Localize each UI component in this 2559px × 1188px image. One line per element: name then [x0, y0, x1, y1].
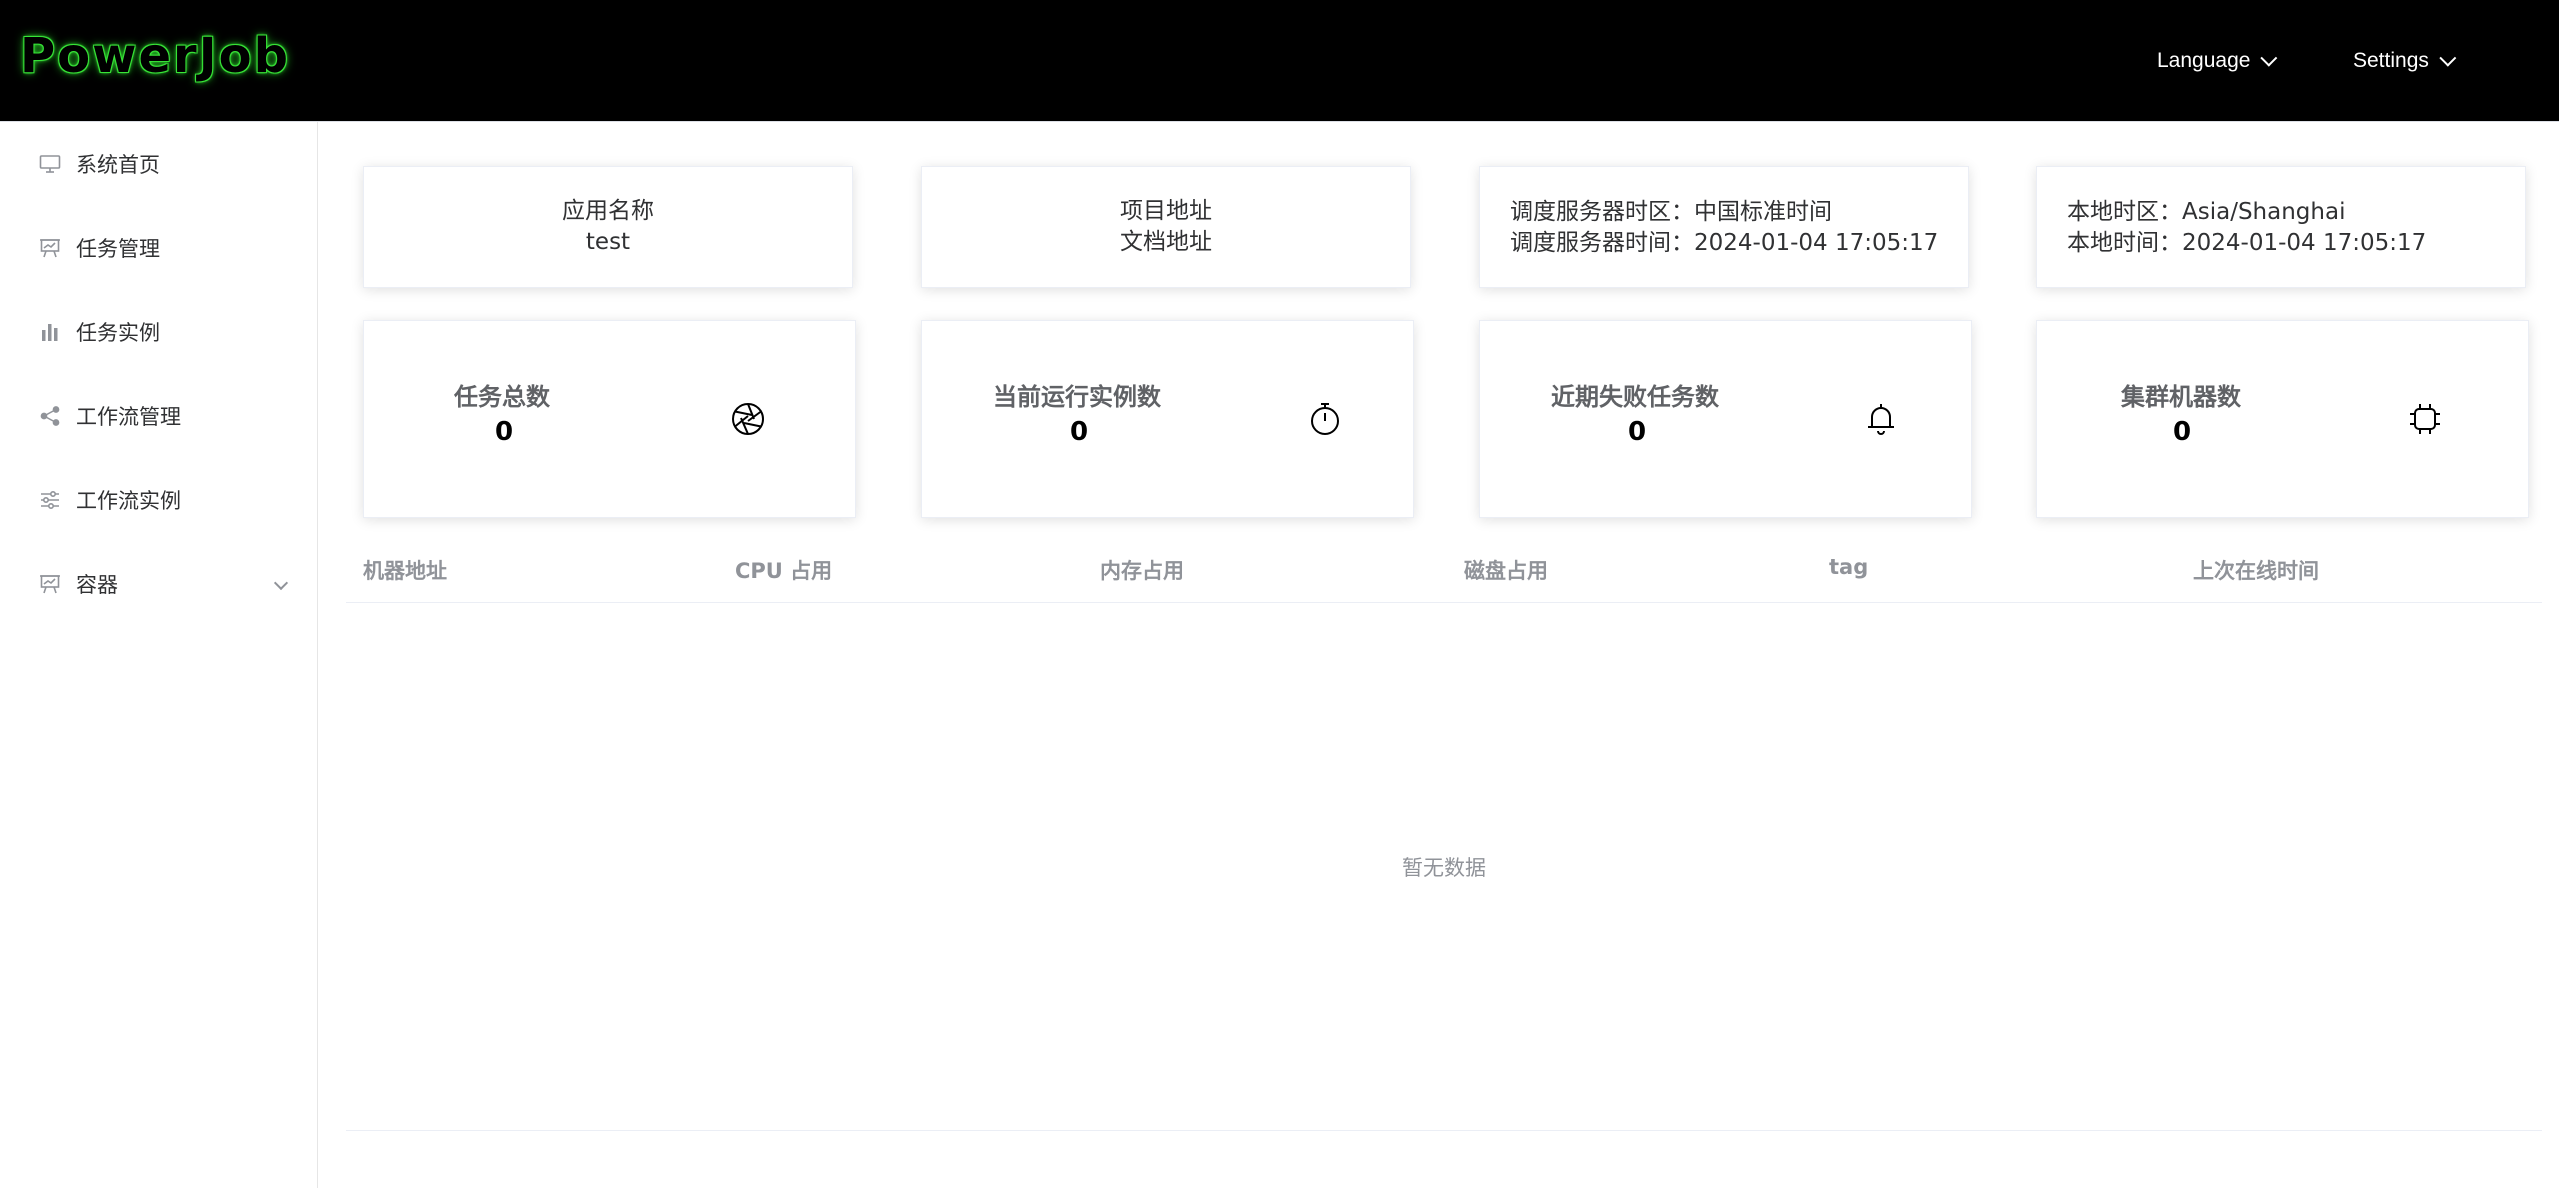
app-name-value: test: [585, 229, 631, 255]
top-navbar: PowerJob Language Settings: [0, 0, 2559, 122]
presentation-board-icon: [38, 572, 62, 596]
bar-chart-icon: [38, 320, 62, 344]
cpu-chip-icon: [2410, 404, 2440, 434]
empty-text: 暂无数据: [1402, 855, 1486, 880]
sidebar-item-home[interactable]: 系统首页: [0, 122, 318, 206]
settings-menu[interactable]: Settings: [2353, 0, 2457, 122]
local-time-card: 本地时区：Asia/Shanghai 本地时间：2024-01-04 17:05…: [2036, 166, 2526, 288]
project-link[interactable]: 项目地址: [1120, 196, 1212, 227]
app-name-label: 应用名称: [562, 198, 654, 224]
bell-icon: [1868, 404, 1894, 435]
sidebar-item-workflow-manage[interactable]: 工作流管理: [0, 374, 318, 458]
aperture-icon: [732, 403, 764, 435]
stat-value: 0: [1070, 417, 1089, 447]
language-menu[interactable]: Language: [2157, 0, 2278, 122]
sidebar-item-job-manage[interactable]: 任务管理: [0, 206, 318, 290]
sidebar-item-label: 容器: [76, 573, 118, 597]
stat-value: 0: [1628, 417, 1647, 447]
sidebar-item-label: 工作流管理: [76, 405, 181, 429]
stat-label: 近期失败任务数: [1551, 383, 1719, 411]
sidebar-item-workflow-instances[interactable]: 工作流实例: [0, 458, 318, 542]
local-timezone-text: 本地时区：Asia/Shanghai: [2067, 199, 2346, 225]
sidebar-item-label: 工作流实例: [76, 489, 181, 513]
server-time-text: 调度服务器时间：2024-01-04 17:05:17: [1510, 230, 1939, 256]
local-time-text: 本地时间：2024-01-04 17:05:17: [2067, 230, 2427, 256]
language-menu-label: Language: [2157, 49, 2251, 72]
column-header-disk[interactable]: 磁盘占用: [1464, 555, 1548, 585]
chevron-down-icon[interactable]: [273, 575, 289, 591]
column-header-last-online[interactable]: 上次在线时间: [2193, 555, 2319, 585]
stat-card-running-instances: 当前运行实例数 0: [921, 320, 1414, 518]
column-header-memory[interactable]: 内存占用: [1100, 555, 1184, 585]
sidebar-item-label: 系统首页: [76, 153, 160, 177]
sidebar-item-container[interactable]: 容器: [0, 542, 318, 626]
chevron-down-icon: [2260, 49, 2278, 67]
sidebar: 系统首页 任务管理 任务实例 工作流管理 工作流实例 容器: [0, 122, 318, 1188]
stopwatch-icon: [1311, 403, 1339, 435]
app-name-card: 应用名称 test: [363, 166, 853, 288]
stat-card-cluster-machines: 集群机器数 0: [2036, 320, 2529, 518]
presentation-board-icon: [38, 236, 62, 260]
server-timezone-text: 调度服务器时区：中国标准时间: [1510, 199, 1832, 225]
sidebar-item-label: 任务实例: [76, 321, 160, 345]
share-icon: [38, 404, 62, 428]
settings-menu-label: Settings: [2353, 49, 2429, 72]
stat-label: 当前运行实例数: [993, 383, 1161, 411]
chevron-down-icon: [2439, 49, 2457, 67]
column-header-address[interactable]: 机器地址: [363, 555, 447, 585]
monitor-icon: [38, 152, 62, 176]
stat-card-total-jobs: 任务总数 0: [363, 320, 856, 518]
powerjob-logo[interactable]: PowerJob: [20, 28, 290, 84]
docs-link[interactable]: 文档地址: [1120, 227, 1212, 258]
stat-value: 0: [495, 417, 514, 447]
stat-card-failed-jobs: 近期失败任务数 0: [1479, 320, 1972, 518]
column-header-tag[interactable]: tag: [1829, 555, 1868, 579]
table-empty-state: 暂无数据: [346, 603, 2542, 1131]
sliders-icon: [38, 488, 62, 512]
sidebar-item-job-instances[interactable]: 任务实例: [0, 290, 318, 374]
server-time-card: 调度服务器时区：中国标准时间 调度服务器时间：2024-01-04 17:05:…: [1479, 166, 1969, 288]
links-card: 项目地址 文档地址: [921, 166, 1411, 288]
stat-label: 集群机器数: [2121, 383, 2241, 411]
stat-value: 0: [2173, 417, 2192, 447]
machine-table-header: 机器地址 CPU 占用 内存占用 磁盘占用 tag 上次在线时间: [346, 545, 2542, 603]
sidebar-item-label: 任务管理: [76, 237, 160, 261]
column-header-cpu[interactable]: CPU 占用: [735, 555, 832, 585]
stat-label: 任务总数: [454, 383, 550, 411]
